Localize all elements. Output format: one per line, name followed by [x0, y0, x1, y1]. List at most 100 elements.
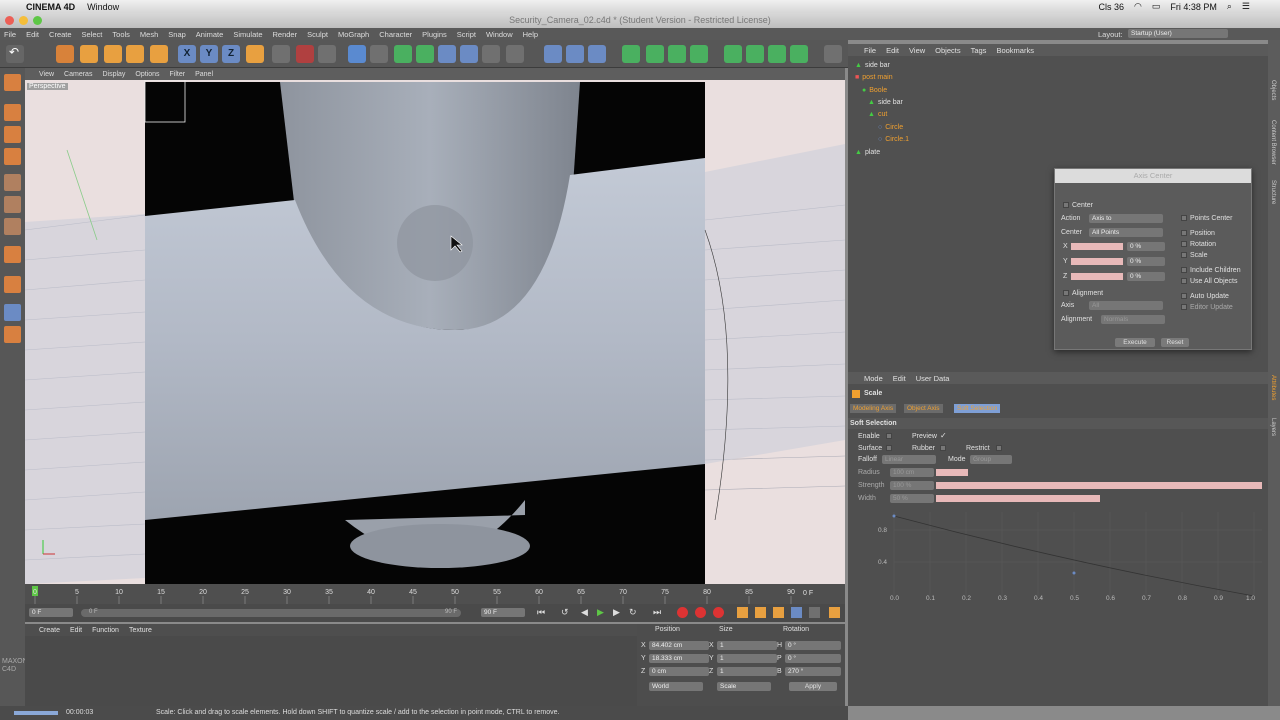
list-icon[interactable]: ☰: [1242, 1, 1250, 12]
menu-render[interactable]: Render: [273, 30, 298, 39]
axis-select[interactable]: All: [1089, 301, 1163, 310]
polygons-mode-icon[interactable]: [588, 45, 606, 63]
scale-icon[interactable]: [104, 45, 122, 63]
parameter-key-icon[interactable]: [791, 607, 802, 618]
mac-window-menu[interactable]: Window: [87, 2, 119, 12]
minimize-icon[interactable]: [19, 16, 28, 25]
mode-select[interactable]: Group: [970, 455, 1012, 464]
rotation-key-icon[interactable]: [773, 607, 784, 618]
surface-checkbox[interactable]: [886, 445, 892, 451]
menu-tools[interactable]: Tools: [112, 30, 130, 39]
tab-object-axis[interactable]: Object Axis: [904, 404, 943, 413]
menu-mesh[interactable]: Mesh: [140, 30, 158, 39]
mat-menu-create[interactable]: Create: [39, 627, 60, 634]
obj-menu-view[interactable]: View: [909, 46, 925, 55]
workplane-mode-icon[interactable]: [4, 148, 21, 165]
side-tab-content-browser[interactable]: Content Browser: [1270, 120, 1276, 165]
layout-icon[interactable]: [824, 45, 842, 63]
rotation-p-field[interactable]: 0 °: [785, 654, 841, 663]
record-icon[interactable]: [677, 607, 688, 618]
menu-file[interactable]: File: [4, 30, 16, 39]
search-icon[interactable]: ⌕: [1227, 1, 1232, 12]
undo-icon[interactable]: ↶: [6, 45, 24, 63]
object-row[interactable]: ○ Circle.1: [878, 134, 909, 145]
menu-character[interactable]: Character: [379, 30, 412, 39]
menu-help[interactable]: Help: [523, 30, 538, 39]
vp-menu-options[interactable]: Options: [135, 71, 159, 78]
menu-edit[interactable]: Edit: [26, 30, 39, 39]
field-icon[interactable]: [790, 45, 808, 63]
cube-icon[interactable]: [348, 45, 366, 63]
enable-checkbox[interactable]: [886, 433, 892, 439]
locked-workplane-icon[interactable]: [690, 45, 708, 63]
execute-button[interactable]: Execute: [1115, 338, 1155, 347]
side-tab-layers[interactable]: Layers: [1270, 418, 1276, 436]
radius-slider[interactable]: [936, 469, 968, 476]
alignment-checkbox[interactable]: Alignment: [1063, 290, 1103, 297]
points-center-checkbox[interactable]: Points Center: [1181, 215, 1232, 222]
apply-button[interactable]: Apply: [789, 682, 837, 691]
obj-menu-objects[interactable]: Objects: [935, 46, 960, 55]
clock[interactable]: Fri 4:38 PM: [1170, 2, 1217, 12]
object-row[interactable]: ○ Circle: [878, 122, 903, 133]
tab-soft-selection[interactable]: Soft Selection: [954, 404, 1001, 413]
maximize-icon[interactable]: [33, 16, 42, 25]
close-icon[interactable]: [5, 16, 14, 25]
side-tab-structure[interactable]: Structure: [1270, 180, 1276, 204]
obj-menu-file[interactable]: File: [864, 46, 876, 55]
z-field[interactable]: 0 %: [1127, 272, 1165, 281]
end-frame-field[interactable]: 90 F: [481, 608, 525, 617]
model-mode-icon[interactable]: [4, 104, 21, 121]
menu-script[interactable]: Script: [457, 30, 476, 39]
camera-icon[interactable]: [482, 45, 500, 63]
subdivision-icon[interactable]: [394, 45, 412, 63]
falloff-select[interactable]: Linear: [882, 455, 936, 464]
obj-menu-edit[interactable]: Edit: [886, 46, 899, 55]
scale-key-icon[interactable]: [755, 607, 766, 618]
vp-menu-cameras[interactable]: Cameras: [64, 71, 92, 78]
rotation-b-field[interactable]: 270 °: [785, 667, 841, 676]
render-picture-viewer-icon[interactable]: [296, 45, 314, 63]
object-row[interactable]: ▲ side bar: [868, 97, 903, 108]
deformer-icon[interactable]: [438, 45, 456, 63]
last-tool-icon[interactable]: [150, 45, 168, 63]
snap-icon[interactable]: [622, 45, 640, 63]
autokey-icon[interactable]: [695, 607, 706, 618]
menu-select[interactable]: Select: [82, 30, 103, 39]
side-tab-objects[interactable]: Objects: [1270, 80, 1276, 100]
coord-mode-select[interactable]: World: [649, 682, 703, 691]
polygons-icon[interactable]: [4, 218, 21, 235]
menu-create[interactable]: Create: [49, 30, 72, 39]
size-x-field[interactable]: 1: [717, 641, 777, 650]
auto-update-checkbox[interactable]: Auto Update: [1181, 293, 1229, 300]
position-y-field[interactable]: 18.333 cm: [649, 654, 709, 663]
vp-menu-display[interactable]: Display: [102, 71, 125, 78]
side-tab-attributes[interactable]: Attributes: [1270, 375, 1276, 400]
pen-icon[interactable]: [370, 45, 388, 63]
scale-checkbox[interactable]: Scale: [1181, 252, 1208, 259]
rotate-icon[interactable]: [126, 45, 144, 63]
y-axis-icon[interactable]: Y: [200, 45, 218, 63]
vp-menu-filter[interactable]: Filter: [170, 71, 186, 78]
z-axis-icon[interactable]: Z: [222, 45, 240, 63]
reset-button[interactable]: Reset: [1161, 338, 1189, 347]
viewport-scene[interactable]: [25, 80, 845, 584]
frame-range-slider[interactable]: 0 F 90 F: [81, 609, 461, 617]
previous-frame-icon[interactable]: ◀: [581, 607, 588, 618]
battery-icon[interactable]: ▭: [1152, 1, 1161, 12]
array-icon[interactable]: [416, 45, 434, 63]
menu-plugins[interactable]: Plugins: [422, 30, 447, 39]
center-mode-select[interactable]: All Points: [1089, 228, 1163, 237]
falloff-graph[interactable]: [862, 504, 1268, 604]
go-to-end-icon[interactable]: ⏭: [653, 607, 661, 618]
edges-mode-icon[interactable]: [566, 45, 584, 63]
move-icon[interactable]: [80, 45, 98, 63]
x-axis-icon[interactable]: X: [178, 45, 196, 63]
timeline-ruler[interactable]: 0 5 10 15 20 25 30 35 40 45 50 55 60 65 70 75 80 85 90: [25, 584, 845, 604]
make-editable-icon[interactable]: [4, 74, 21, 91]
center-checkbox[interactable]: Center: [1063, 202, 1093, 209]
play-icon[interactable]: ▶: [597, 607, 604, 618]
z-slider[interactable]: [1071, 273, 1123, 280]
lock-icon[interactable]: [4, 326, 21, 343]
preview-checkbox[interactable]: ✓: [940, 431, 947, 440]
